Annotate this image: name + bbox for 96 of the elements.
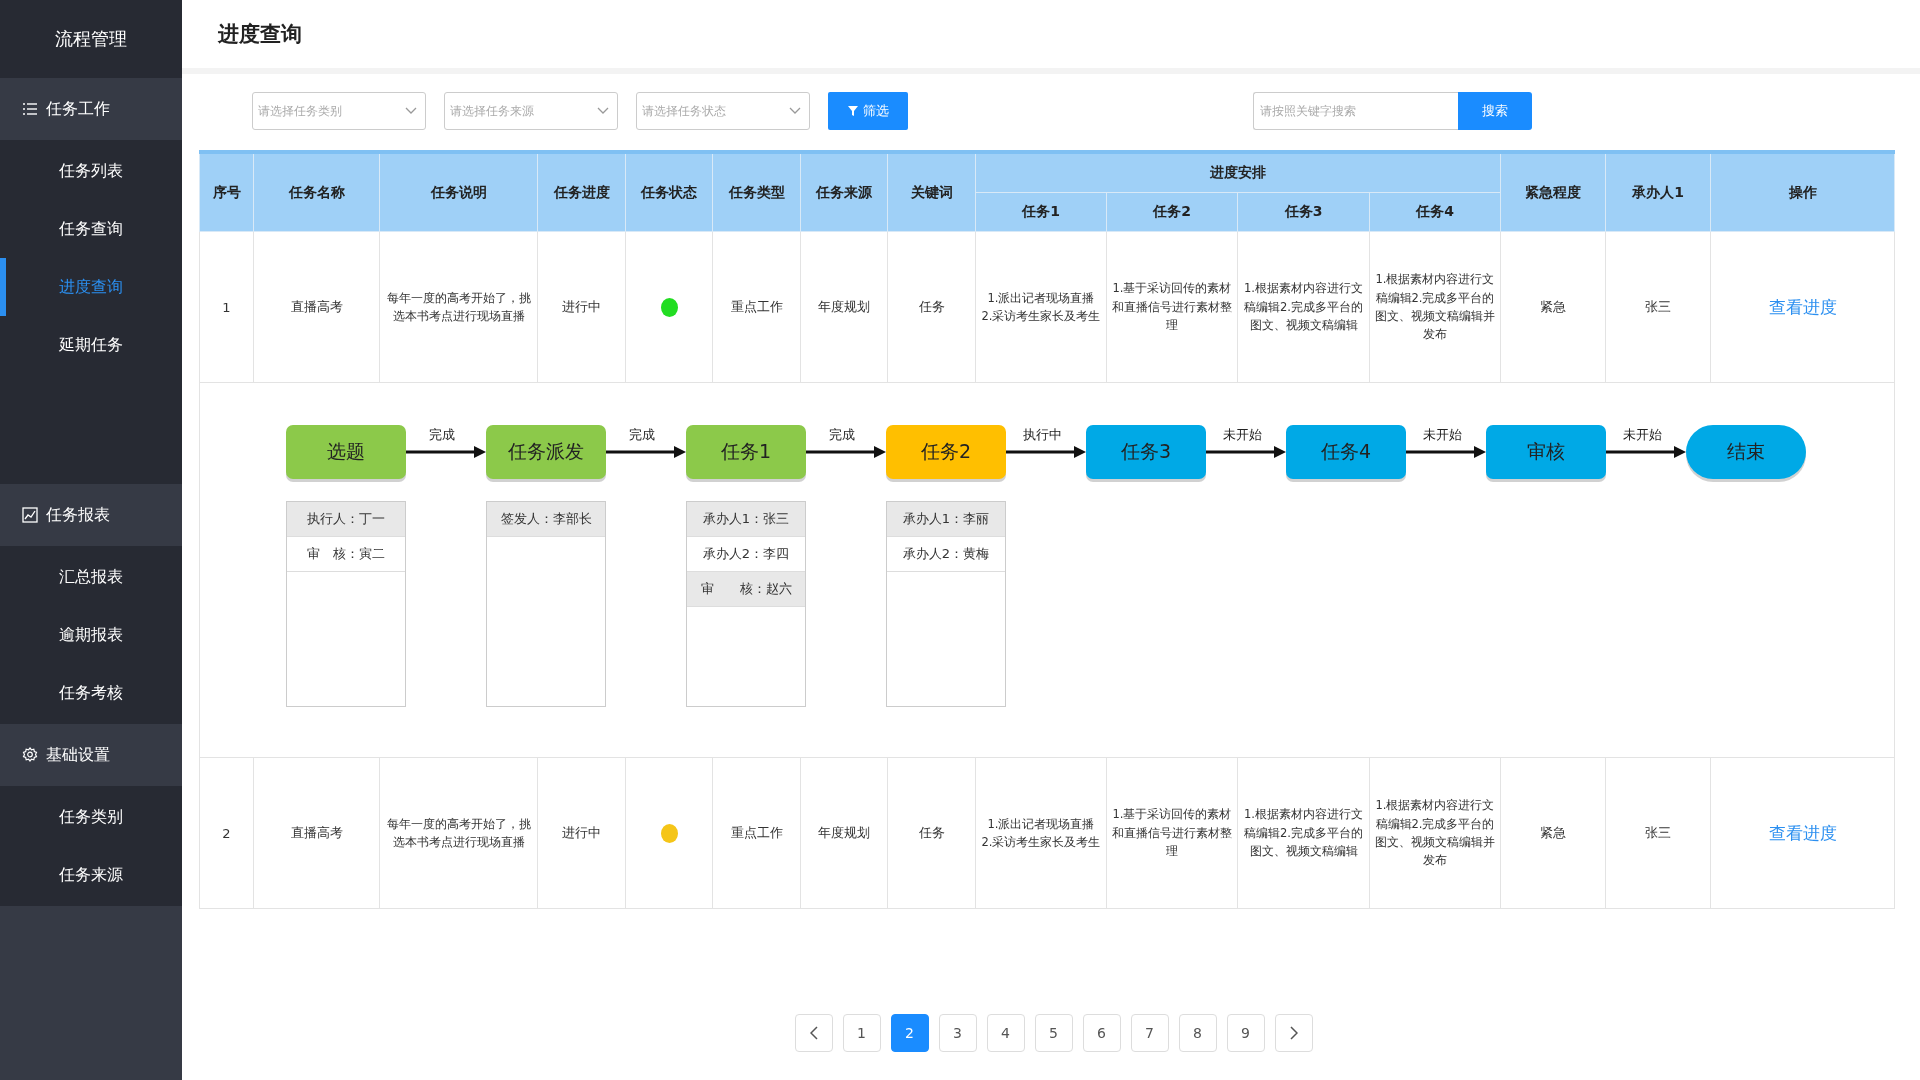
table-cell: 直播高考 [253, 231, 380, 383]
sidebar-item[interactable]: 任务考核 [0, 664, 182, 722]
next-page-button[interactable] [1274, 1014, 1313, 1052]
table-cell: 任务 [887, 231, 976, 383]
menu-group-label: 任务报表 [46, 504, 110, 526]
column-header: 任务2 [1106, 192, 1238, 232]
page-button[interactable]: 4 [986, 1014, 1025, 1052]
menu-group-label: 基础设置 [46, 744, 110, 766]
detail-line: 审 核：寅二 [287, 537, 405, 572]
table-cell: 进行中 [537, 757, 626, 909]
table-cell: 1.基于采访回传的素材和直播信号进行素材整理 [1106, 231, 1238, 383]
page-button[interactable]: 6 [1082, 1014, 1121, 1052]
detail-line: 承办人2：黄梅 [887, 537, 1005, 572]
column-header: 任务状态 [625, 152, 713, 232]
table-cell: 重点工作 [712, 757, 801, 909]
table-cell: 每年一度的高考开始了，挑选本书考点进行现场直播 [379, 231, 538, 383]
edge-label: 未开始 [1421, 426, 1463, 444]
page-button[interactable]: 7 [1130, 1014, 1169, 1052]
table-cell: 1.根据素材内容进行文稿编辑2.完成多平台的图文、视频文稿编辑并发布 [1369, 757, 1501, 909]
menu-group-label: 任务工作 [46, 98, 110, 120]
sidebar-item[interactable]: 进度查询 [0, 258, 182, 316]
table-cell: 1.根据素材内容进行文稿编辑2.完成多平台的图文、视频文稿编辑 [1237, 757, 1370, 909]
edge-label: 完成 [828, 426, 856, 444]
flow-node: 审核 [1486, 425, 1606, 479]
sidebar-item[interactable]: 汇总报表 [0, 548, 182, 606]
column-header: 任务名称 [253, 152, 380, 232]
funnel-icon [847, 106, 858, 116]
list-icon [22, 101, 38, 117]
table-cell: 重点工作 [712, 231, 801, 383]
edge-label: 完成 [628, 426, 656, 444]
chart-icon [22, 507, 38, 523]
column-header: 紧急程度 [1500, 152, 1606, 232]
column-header: 承办人1 [1605, 152, 1711, 232]
table-cell: 1.根据素材内容进行文稿编辑2.完成多平台的图文、视频文稿编辑并发布 [1369, 231, 1501, 383]
dropdown-field[interactable]: 请选择任务状态 [636, 92, 810, 130]
table-cell: 张三 [1605, 231, 1711, 383]
column-header: 任务类型 [712, 152, 801, 232]
page-button[interactable]: 5 [1034, 1014, 1073, 1052]
page-button[interactable]: 3 [938, 1014, 977, 1052]
flow-node: 任务3 [1086, 425, 1206, 479]
sidebar-item[interactable]: 任务列表 [0, 142, 182, 200]
flow-node: 选题 [286, 425, 406, 479]
table-cell: 1.基于采访回传的素材和直播信号进行素材整理 [1106, 757, 1238, 909]
search-field[interactable]: 请按照关键字搜索 [1253, 92, 1458, 130]
table-cell: 进行中 [537, 231, 626, 383]
table-cell: 直播高考 [253, 757, 380, 909]
table-cell: 2 [199, 757, 254, 909]
sidebar-item[interactable]: 延期任务 [0, 316, 182, 374]
column-header: 任务来源 [800, 152, 888, 232]
chevron-right-icon [1289, 1026, 1298, 1040]
table-cell: 1.根据素材内容进行文稿编辑2.完成多平台的图文、视频文稿编辑 [1237, 231, 1370, 383]
table-cell: 任务 [887, 757, 976, 909]
table-cell: 每年一度的高考开始了，挑选本书考点进行现场直播 [379, 757, 538, 909]
column-header: 任务4 [1369, 192, 1501, 232]
chevron-down-icon [789, 107, 801, 115]
page-button[interactable]: 8 [1178, 1014, 1217, 1052]
table-cell: 1 [199, 231, 254, 383]
table-cell: 张三 [1605, 757, 1711, 909]
table-cell: 年度规划 [800, 757, 888, 909]
chevron-down-icon [597, 107, 609, 115]
column-header: 序号 [199, 152, 254, 232]
dropdown-field[interactable]: 请选择任务类别 [252, 92, 426, 130]
flow-node: 结束 [1686, 425, 1806, 479]
edge-label: 未开始 [1221, 426, 1263, 444]
table-cell: 1.派出记者现场直播 2.采访考生家长及考生 [975, 231, 1107, 383]
column-header: 任务1 [975, 192, 1107, 232]
table-cell: 紧急 [1500, 757, 1606, 909]
column-header: 任务说明 [379, 152, 538, 232]
column-header: 操作 [1710, 152, 1895, 232]
app-title: 流程管理 [0, 0, 182, 78]
page-title: 进度查询 [218, 21, 302, 48]
flow-node: 任务1 [686, 425, 806, 479]
edge-label: 执行中 [1021, 426, 1063, 444]
page-button[interactable]: 9 [1226, 1014, 1265, 1052]
sidebar-item[interactable]: 逾期报表 [0, 606, 182, 664]
table-cell: 1.派出记者现场直播 2.采访考生家长及考生 [975, 757, 1107, 909]
flow-node: 任务2 [886, 425, 1006, 479]
chevron-left-icon [809, 1026, 818, 1040]
settings-icon [22, 747, 38, 763]
dropdown-field[interactable]: 请选择任务来源 [444, 92, 618, 130]
sidebar-item[interactable]: 任务来源 [0, 846, 182, 904]
sidebar-item[interactable]: 任务查询 [0, 200, 182, 258]
flow-node: 任务4 [1286, 425, 1406, 479]
column-header: 任务3 [1237, 192, 1370, 232]
previous-page-button[interactable] [794, 1014, 833, 1052]
table-cell: 年度规划 [800, 231, 888, 383]
table-cell: 紧急 [1500, 231, 1606, 383]
sidebar-item[interactable]: 任务类别 [0, 788, 182, 846]
flow-node: 任务派发 [486, 425, 606, 479]
page-button[interactable]: 1 [842, 1014, 881, 1052]
column-header: 关键词 [887, 152, 976, 232]
column-group-header: 进度安排 [975, 152, 1501, 193]
edge-label: 完成 [428, 426, 456, 444]
chevron-down-icon [405, 107, 417, 115]
column-header: 任务进度 [537, 152, 626, 232]
edge-label: 未开始 [1621, 426, 1663, 444]
